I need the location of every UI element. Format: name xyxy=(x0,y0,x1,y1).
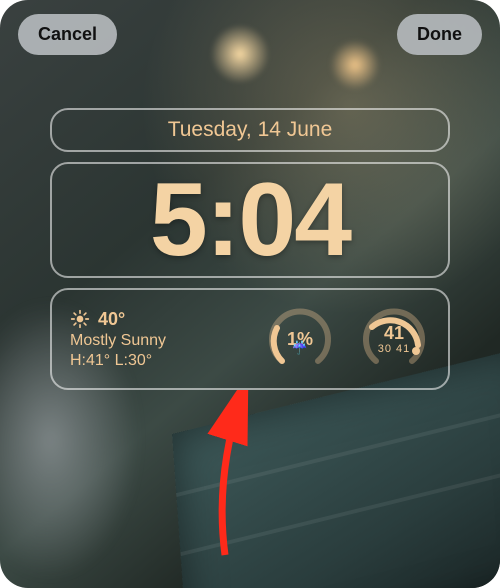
weather-high-low: H:41° L:30° xyxy=(70,352,166,370)
editor-stack: Tuesday, 14 June 5:04 xyxy=(50,108,450,390)
range-gauge-sub: 30 41 xyxy=(378,344,411,355)
cancel-button[interactable]: Cancel xyxy=(18,14,117,55)
time-widget-slot[interactable]: 5:04 xyxy=(50,162,450,278)
weather-top-row: 40° xyxy=(70,309,166,330)
range-gauge-main: 41 xyxy=(384,324,404,342)
precipitation-gauge[interactable]: 1% ☔ xyxy=(264,303,336,375)
time-text: 5:04 xyxy=(150,168,350,272)
date-text: Tuesday, 14 June xyxy=(168,118,333,142)
bottom-widget-slot[interactable]: 40° Mostly Sunny H:41° L:30° 1% ☔ xyxy=(50,288,450,390)
lockscreen-editor-viewport: Cancel Done Tuesday, 14 June 5:04 xyxy=(0,0,500,588)
weather-condition: Mostly Sunny xyxy=(70,332,166,350)
weather-widget[interactable]: 40° Mostly Sunny H:41° L:30° xyxy=(70,309,166,370)
gauges-group: 1% ☔ 41 30 41 xyxy=(264,303,430,375)
temperature-range-gauge[interactable]: 41 30 41 xyxy=(358,303,430,375)
weather-temp: 40° xyxy=(98,309,125,330)
sun-icon xyxy=(70,309,90,329)
done-button[interactable]: Done xyxy=(397,14,482,55)
date-widget-slot[interactable]: Tuesday, 14 June xyxy=(50,108,450,152)
topbar: Cancel Done xyxy=(0,14,500,55)
